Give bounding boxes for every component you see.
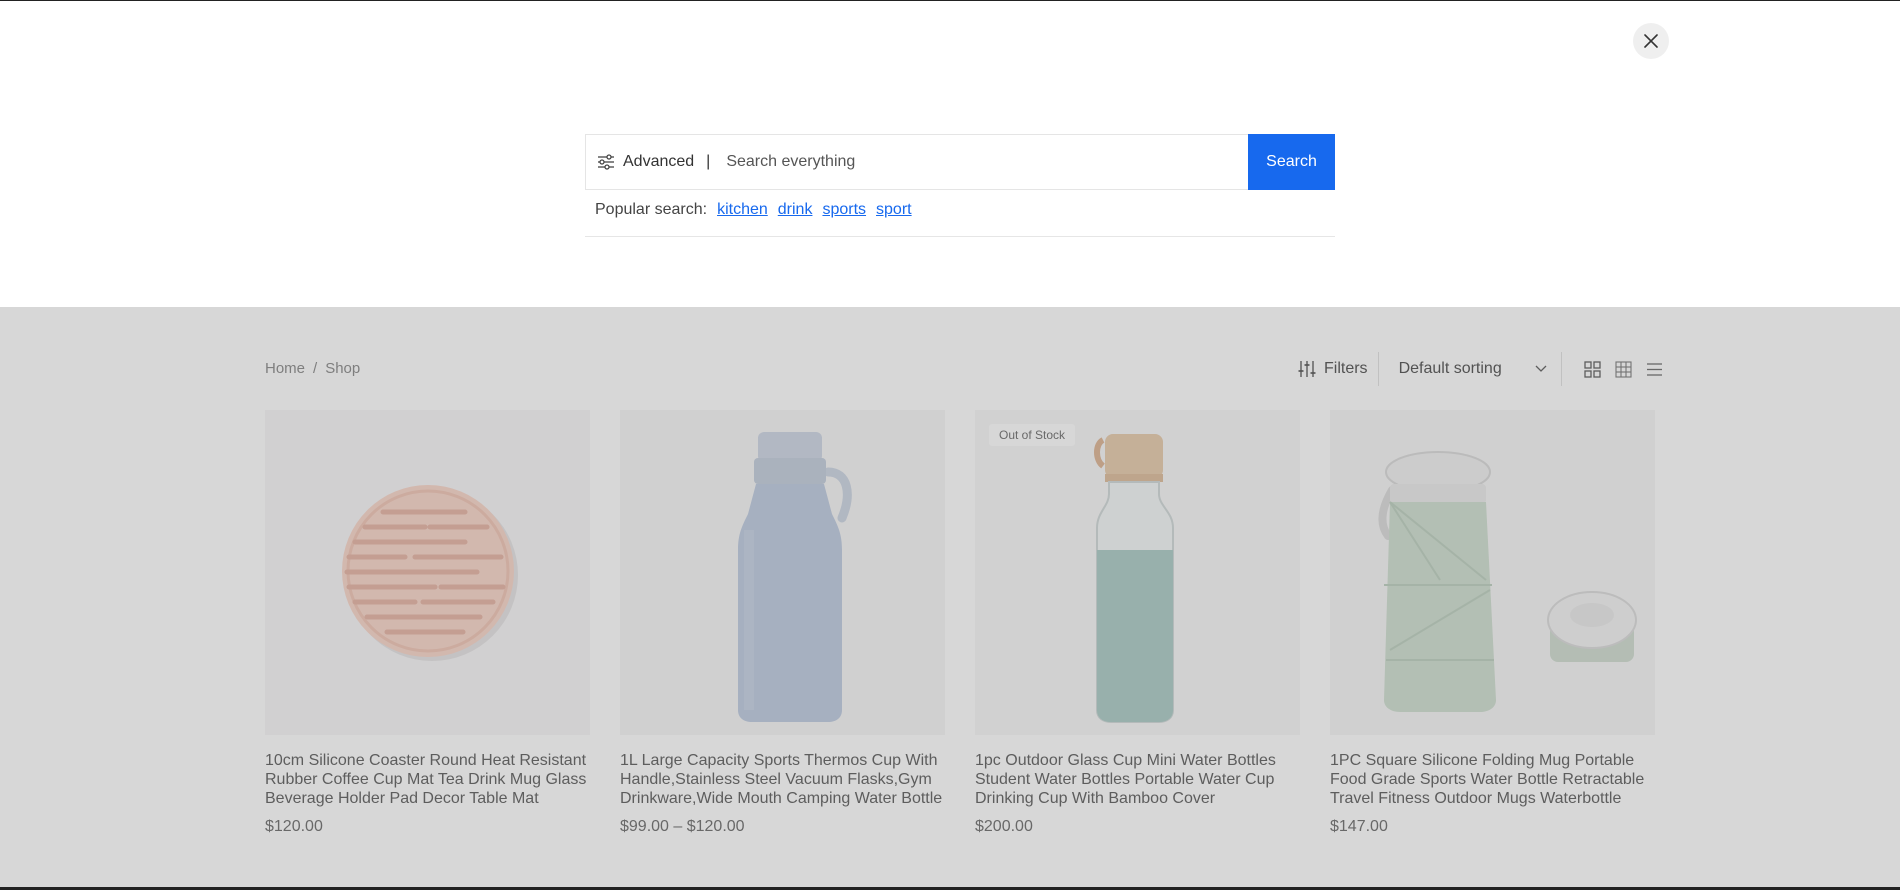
list-view-button[interactable] [1646, 362, 1663, 377]
breadcrumb-current: Shop [325, 360, 361, 377]
grid-small-icon [1615, 360, 1632, 378]
filters-label: Filters [1324, 360, 1368, 377]
grid-2-view-button[interactable] [1583, 360, 1601, 378]
product-title[interactable]: 1pc Outdoor Glass Cup Mini Water Bottles… [975, 751, 1300, 808]
product-price: $120.00 [265, 818, 323, 835]
shop-toolbar: Filters Default sorting [1298, 351, 1663, 387]
popular-term-sport[interactable]: sport [876, 201, 912, 219]
popular-term-kitchen[interactable]: kitchen [717, 201, 768, 219]
product-image[interactable]: Out of Stock [975, 410, 1300, 735]
shop-page: Home / Shop Filters Default sorting 10cm… [0, 307, 1900, 887]
breadcrumb-home[interactable]: Home [265, 360, 305, 377]
product-image[interactable] [1330, 410, 1655, 735]
sliders-icon [598, 154, 614, 170]
popular-searches: Popular search: kitchen drink sports spo… [585, 201, 1335, 237]
breadcrumb: Home / Shop [265, 360, 360, 377]
search-button[interactable]: Search [1248, 134, 1335, 190]
product-card[interactable]: 1L Large Capacity Sports Thermos Cup Wit… [620, 410, 945, 836]
popular-term-drink[interactable]: drink [778, 201, 813, 219]
sorting-select[interactable]: Default sorting [1379, 360, 1561, 378]
popular-term-sports[interactable]: sports [822, 201, 866, 219]
product-price: $147.00 [1330, 818, 1388, 835]
list-icon [1646, 362, 1662, 376]
product-grid: 10cm Silicone Coaster Round Heat Resista… [265, 410, 1655, 836]
search-overlay: Advanced | Search Popular search: kitche… [0, 1, 1900, 307]
out-of-stock-badge: Out of Stock [989, 424, 1076, 446]
advanced-search-toggle[interactable]: Advanced | [586, 135, 710, 189]
thermos-bottle-image [738, 432, 852, 722]
product-image[interactable] [265, 410, 590, 735]
product-price: $200.00 [975, 818, 1033, 835]
close-icon [1644, 34, 1658, 48]
search-box: Advanced | Search [585, 134, 1335, 190]
product-card[interactable]: 1PC Square Silicone Folding Mug Portable… [1330, 410, 1655, 836]
grid-large-icon [1583, 360, 1601, 378]
close-search-button[interactable] [1633, 23, 1669, 59]
glass-bottle-image [1094, 434, 1174, 723]
chevron-down-icon [1535, 365, 1547, 372]
sorting-value: Default sorting [1398, 360, 1502, 377]
popular-search-label: Popular search: [595, 201, 708, 218]
advanced-label: Advanced [623, 153, 695, 170]
coaster-image [342, 485, 518, 661]
search-input[interactable] [710, 134, 1248, 190]
view-switcher [1562, 360, 1663, 378]
filter-icon [1298, 361, 1316, 377]
grid-3-view-button[interactable] [1615, 360, 1632, 378]
product-image[interactable] [620, 410, 945, 735]
product-card[interactable]: Out of Stock 1pc Outdoor Glass Cup Mini … [975, 410, 1300, 836]
breadcrumb-separator: / [313, 360, 318, 377]
filters-button[interactable]: Filters [1298, 360, 1378, 378]
folding-mug-image [1378, 451, 1637, 712]
product-card[interactable]: 10cm Silicone Coaster Round Heat Resista… [265, 410, 590, 836]
product-title[interactable]: 10cm Silicone Coaster Round Heat Resista… [265, 751, 590, 808]
product-title[interactable]: 1PC Square Silicone Folding Mug Portable… [1330, 751, 1655, 808]
product-title[interactable]: 1L Large Capacity Sports Thermos Cup Wit… [620, 751, 945, 808]
product-price: $99.00 – $120.00 [620, 818, 745, 835]
